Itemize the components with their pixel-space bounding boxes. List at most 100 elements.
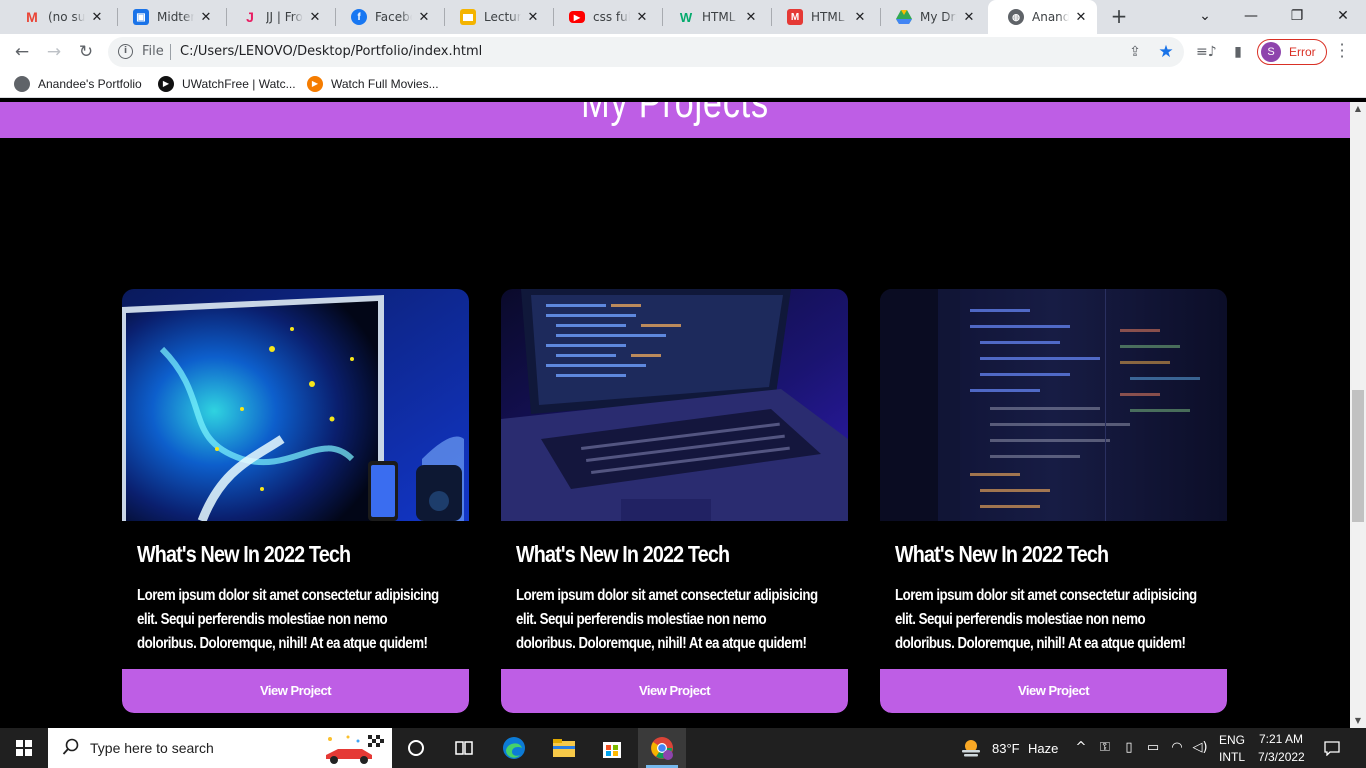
laptop-code-image xyxy=(501,289,848,521)
page-scrollbar[interactable]: ▲ ▼ xyxy=(1350,102,1366,728)
tab-jj[interactable]: J JJ | Front ✕ xyxy=(222,0,331,34)
forward-button[interactable]: → xyxy=(40,38,68,66)
close-icon[interactable]: ✕ xyxy=(852,10,868,25)
store-icon xyxy=(603,742,621,758)
tab-midterm[interactable]: ▣ Midterm ✕ xyxy=(113,0,222,34)
bookmark-label: UWatchFree | Watc... xyxy=(182,77,296,91)
start-button[interactable] xyxy=(0,728,48,768)
language-layout[interactable]: INTL xyxy=(1219,750,1245,764)
bookmark-watch-full-movies[interactable]: ▶ Watch Full Movies... xyxy=(307,75,439,93)
url-text[interactable]: C:/Users/LENOVO/Desktop/Portfolio/index.… xyxy=(180,44,482,59)
close-icon[interactable]: ✕ xyxy=(307,10,323,25)
battery-icon[interactable]: ▭ xyxy=(1145,740,1161,756)
task-view-icon xyxy=(455,741,473,755)
side-panel-icon[interactable]: ▮ xyxy=(1228,42,1248,62)
task-view-button[interactable] xyxy=(440,728,488,768)
taskbar-search-box[interactable]: Type here to search xyxy=(48,728,392,768)
profile-button[interactable]: S Error xyxy=(1257,39,1327,65)
wifi-icon[interactable]: ◠ xyxy=(1169,740,1185,756)
scroll-down-arrow-icon[interactable]: ▼ xyxy=(1350,714,1366,728)
reload-button[interactable]: ↻ xyxy=(72,38,100,66)
share-icon[interactable]: ⇪ xyxy=(1126,43,1144,61)
bookmark-star-icon[interactable]: ★ xyxy=(1157,43,1175,61)
chrome-app-button[interactable] xyxy=(638,728,686,768)
media-control-icon[interactable]: ≡♪ xyxy=(1196,42,1217,62)
tab-html-lists[interactable]: M HTML Li ✕ xyxy=(767,0,876,34)
card-description: Lorem ipsum dolor sit amet consectetur a… xyxy=(516,587,818,652)
bookmarks-bar: Anandee's Portfolio ▶ UWatchFree | Watc.… xyxy=(0,70,1366,98)
task-view-cortana-button[interactable] xyxy=(392,728,440,768)
device-icon[interactable]: ▯ xyxy=(1121,740,1137,756)
tab-search-chevron-icon[interactable]: ⌄ xyxy=(1182,0,1228,34)
tab-title: Lecture 8 xyxy=(484,10,521,24)
language-code[interactable]: ENG xyxy=(1219,733,1245,747)
tab-title: Midterm xyxy=(157,10,194,24)
new-tab-button[interactable]: + xyxy=(1107,5,1131,29)
clock-date[interactable]: 7/3/2022 xyxy=(1258,750,1305,764)
clock-time[interactable]: 7:21 AM xyxy=(1259,732,1303,746)
bookmark-label: Anandee's Portfolio xyxy=(38,77,142,91)
close-icon[interactable]: ✕ xyxy=(961,10,977,25)
notification-icon[interactable] xyxy=(1324,740,1340,757)
close-window-button[interactable]: ✕ xyxy=(1320,0,1366,34)
network-share-icon[interactable]: ⚿ xyxy=(1097,740,1113,756)
weather-haze-icon[interactable] xyxy=(960,737,982,759)
scroll-thumb[interactable] xyxy=(1352,390,1364,522)
search-placeholder: Type here to search xyxy=(90,740,214,756)
section-header: My Projects xyxy=(0,102,1350,138)
weather-condition[interactable]: Haze xyxy=(1028,741,1058,756)
view-project-button[interactable]: View Project xyxy=(501,669,848,713)
bookmark-anandee-portfolio[interactable]: Anandee's Portfolio xyxy=(14,75,142,93)
scroll-up-arrow-icon[interactable]: ▲ xyxy=(1350,102,1366,116)
page-viewport: My Projects What's New In 2022 Tech Lore… xyxy=(0,102,1350,728)
maximize-button[interactable]: ❐ xyxy=(1274,0,1320,34)
back-button[interactable]: ← xyxy=(8,38,36,66)
close-icon[interactable]: ✕ xyxy=(743,10,759,25)
chevron-up-icon[interactable]: ^ xyxy=(1073,740,1089,756)
volume-icon[interactable]: ◁) xyxy=(1192,740,1208,756)
bookmark-label: Watch Full Movies... xyxy=(331,77,439,91)
slides-icon xyxy=(460,9,476,25)
minimize-button[interactable]: — xyxy=(1228,0,1274,34)
weather-temp[interactable]: 83°F xyxy=(992,741,1020,756)
close-icon[interactable]: ✕ xyxy=(416,10,432,25)
view-project-button[interactable]: View Project xyxy=(880,669,1227,713)
tab-title: JJ | Front xyxy=(266,10,303,24)
bookmark-uwatchfree[interactable]: ▶ UWatchFree | Watc... xyxy=(158,75,296,93)
view-project-button[interactable]: View Project xyxy=(122,669,469,713)
play-circle-icon: ▶ xyxy=(158,76,174,92)
file-explorer-button[interactable] xyxy=(540,728,588,768)
tab-youtube[interactable]: ▶ css full c ✕ xyxy=(549,0,658,34)
close-icon[interactable]: ✕ xyxy=(634,10,650,25)
tab-facebook[interactable]: f Facebook ✕ xyxy=(331,0,440,34)
card-title: What's New In 2022 Tech xyxy=(895,541,1109,567)
search-highlight-racecar-icon xyxy=(326,735,386,764)
windows-logo-icon xyxy=(16,740,32,756)
tab-w3schools[interactable]: W HTML - W ✕ xyxy=(658,0,767,34)
edge-icon xyxy=(503,737,525,759)
gmail-icon: M xyxy=(26,9,38,25)
close-icon[interactable]: ✕ xyxy=(1073,10,1089,25)
microsoft-store-button[interactable] xyxy=(588,728,636,768)
menu-dots-icon[interactable]: · · · xyxy=(1336,37,1348,65)
tab-gmail[interactable]: M (no subject) ✕ xyxy=(4,0,113,34)
jj-icon: J xyxy=(246,9,254,25)
facebook-icon: f xyxy=(351,9,367,25)
card-title: What's New In 2022 Tech xyxy=(137,541,351,567)
tab-lecture[interactable]: Lecture 8 ✕ xyxy=(440,0,549,34)
close-icon[interactable]: ✕ xyxy=(198,10,214,25)
profile-error-label: Error xyxy=(1289,45,1316,59)
tab-title: Facebook xyxy=(375,10,412,24)
close-icon[interactable]: ✕ xyxy=(525,10,541,25)
address-bar[interactable]: i File C:/Users/LENOVO/Desktop/Portfolio… xyxy=(108,37,1184,67)
folder-icon xyxy=(553,739,575,757)
tab-title: css full c xyxy=(593,10,630,24)
tab-my-drive[interactable]: My Drive ✕ xyxy=(876,0,985,34)
card-description: Lorem ipsum dolor sit amet consectetur a… xyxy=(137,587,439,652)
tab-anandee-active[interactable]: ◍ Anandee ✕ xyxy=(988,0,1097,34)
edge-app-button[interactable] xyxy=(490,728,538,768)
avatar: S xyxy=(1261,42,1281,62)
close-icon[interactable]: ✕ xyxy=(89,10,105,25)
w3schools-icon: W xyxy=(679,9,693,25)
info-icon[interactable]: i xyxy=(118,44,133,59)
